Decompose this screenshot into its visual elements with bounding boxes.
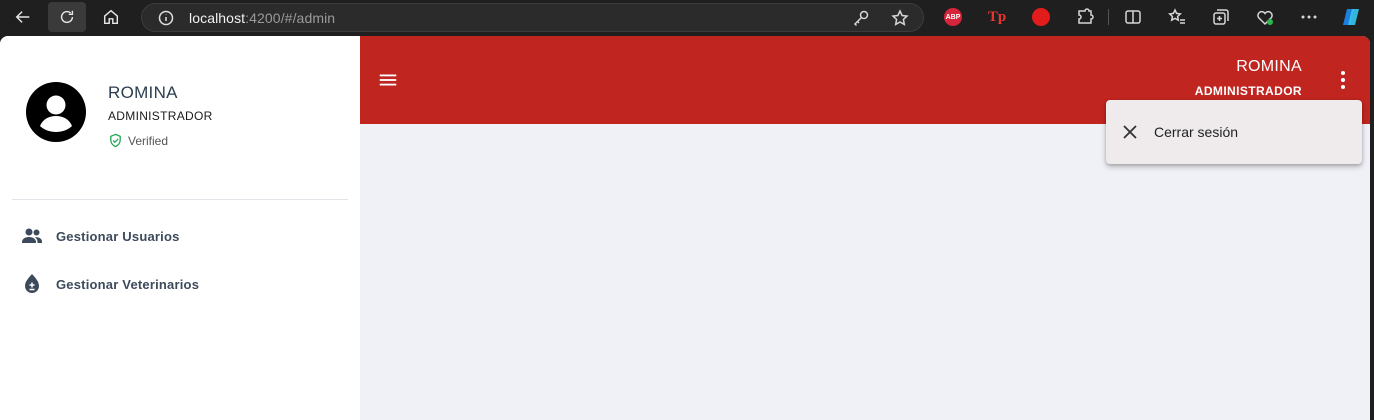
sidebar-item-label: Gestionar Usuarios [56,228,180,244]
stop-extension-button[interactable] [1030,6,1052,28]
password-key-icon[interactable] [852,9,870,27]
browser-toolbar: localhost:4200/#/admin ABP Tp [0,0,1374,36]
favorite-star-icon[interactable] [891,9,909,27]
sidebar-item-gestionar-veterinarios[interactable]: Gestionar Veterinarios [12,264,348,304]
adblock-icon: ABP [944,8,962,26]
puzzle-icon [1078,8,1094,24]
user-menu-button[interactable] [1330,66,1356,94]
hand-stop-icon [1032,8,1050,26]
copilot-button[interactable] [1340,6,1362,28]
close-icon [1118,120,1142,144]
account-circle-icon [26,82,86,142]
menu-toggle-button[interactable] [374,68,402,92]
avatar [26,82,86,142]
topbar-user-role: ADMINISTRADOR [1194,84,1302,98]
topbar-user-name: ROMINA [1236,58,1302,75]
hamburger-menu-icon [379,74,397,86]
toolbar-divider [1108,9,1109,25]
favorites-button[interactable] [1166,6,1188,28]
verified-badge: Verified [108,133,168,148]
sidebar-user-role: ADMINISTRADOR [108,109,213,123]
verified-label: Verified [128,133,169,148]
medical-drop-icon [20,272,44,296]
favorites-list-icon [1168,8,1185,24]
tp-extension-button[interactable]: Tp [986,6,1008,28]
split-screen-button[interactable] [1122,6,1144,28]
heart-pulse-icon [1257,10,1273,26]
refresh-icon [60,10,74,24]
home-button[interactable] [92,2,130,32]
url-text[interactable]: localhost:4200/#/admin [189,10,335,26]
site-info-icon[interactable] [158,10,174,26]
people-icon [20,224,44,248]
collections-button[interactable] [1210,6,1232,28]
url-path: :4200/#/admin [245,10,336,26]
settings-more-button[interactable] [1298,6,1320,28]
collections-icon [1213,9,1229,25]
sidebar-item-gestionar-usuarios[interactable]: Gestionar Usuarios [12,216,348,256]
more-horizontal-icon [1301,15,1317,19]
tp-icon: Tp [987,8,1007,25]
back-arrow-icon [15,11,30,23]
url-host: localhost [189,10,246,26]
copilot-icon [1343,9,1359,25]
sidebar: ROMINA ADMINISTRADOR Verified Gestionar … [0,36,360,420]
logout-menu-item[interactable]: Cerrar sesión [1106,108,1362,156]
adblock-extension-button[interactable]: ABP [942,6,964,28]
verified-shield-icon [110,133,121,148]
address-bar[interactable]: localhost:4200/#/admin [141,3,924,32]
refresh-button[interactable] [48,2,86,32]
logout-label: Cerrar sesión [1154,124,1239,140]
home-icon [103,9,119,25]
app-window: ROMINA ADMINISTRADOR Verified Gestionar … [0,36,1370,420]
sidebar-item-label: Gestionar Veterinarios [56,276,200,292]
browser-essentials-button[interactable] [1254,6,1276,28]
split-screen-icon [1125,10,1141,24]
user-dropdown-menu: Cerrar sesión [1106,100,1362,164]
extensions-button[interactable] [1074,6,1096,28]
more-vertical-icon [1341,71,1345,89]
back-button[interactable] [4,2,42,32]
sidebar-divider [12,199,348,200]
sidebar-user-name: ROMINA [108,83,178,102]
